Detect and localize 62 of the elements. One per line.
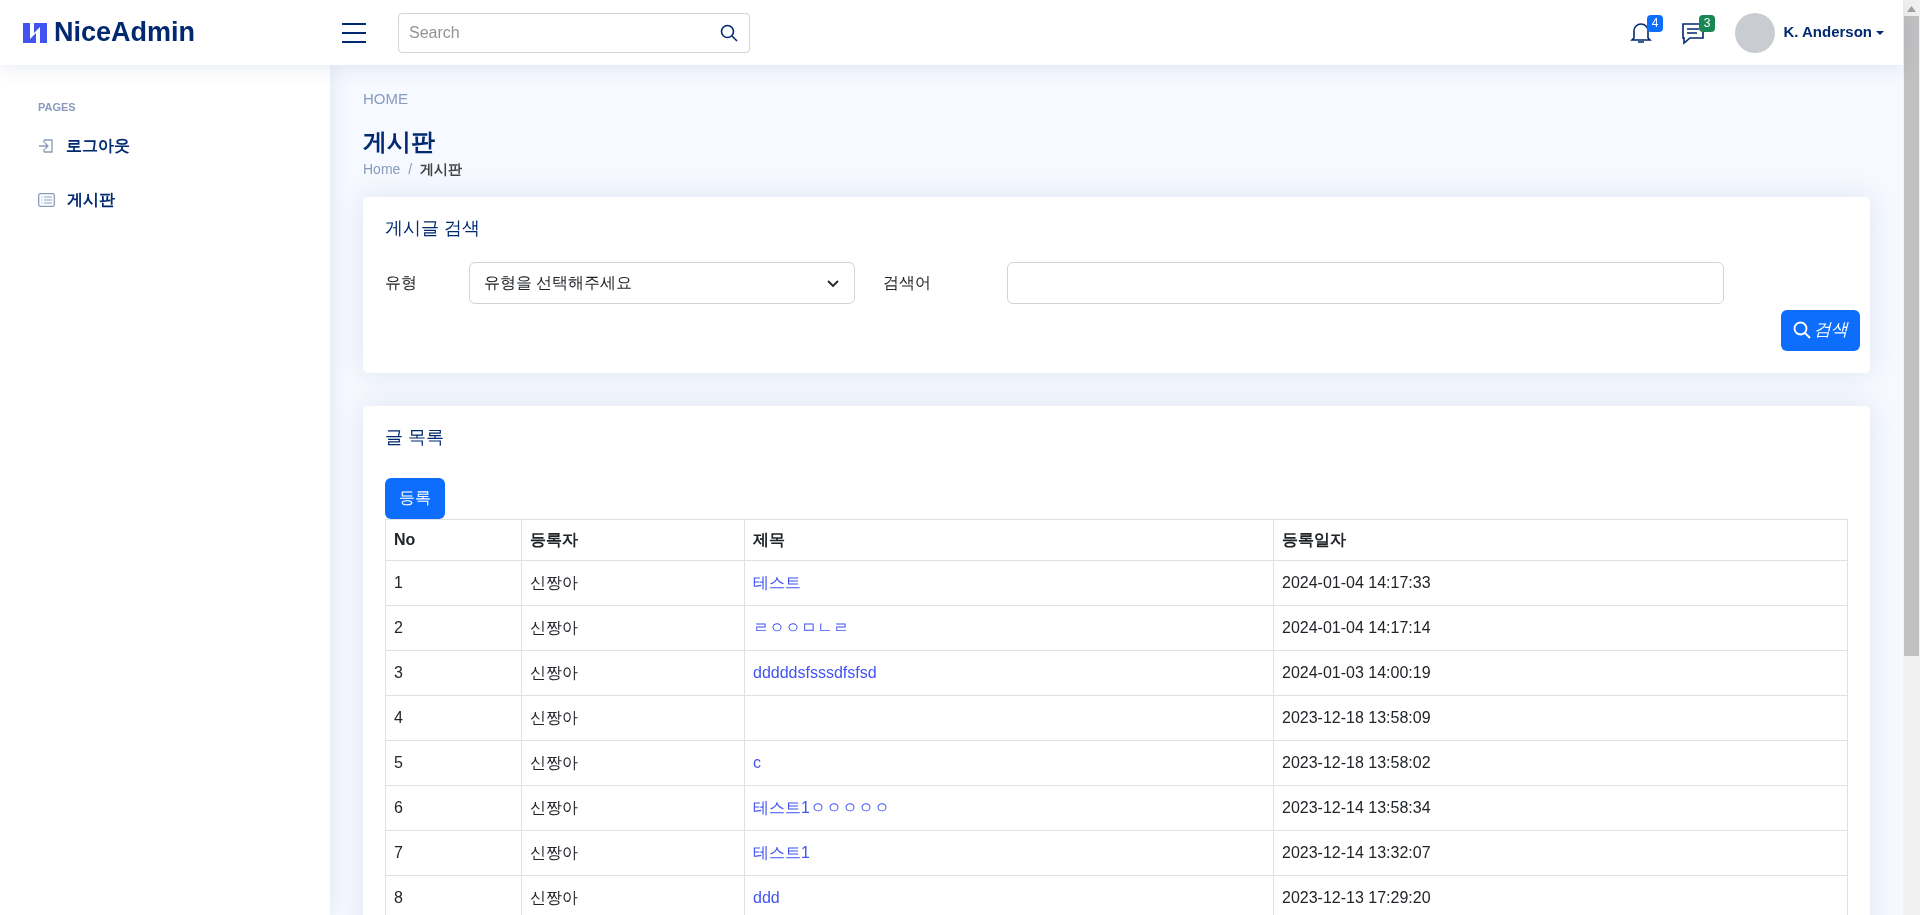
row-number: 5 — [385, 740, 522, 785]
notification-badge: 4 — [1646, 14, 1664, 32]
row-number: 1 — [385, 560, 522, 605]
breadcrumb-current: 게시판 — [420, 159, 463, 179]
page-label: HOME — [363, 89, 409, 109]
register-button[interactable]: 등록 — [385, 477, 445, 519]
date-cell: 2024-01-04 14:17:14 — [1273, 605, 1848, 650]
login-icon — [38, 137, 54, 154]
menu-icon[interactable] — [340, 21, 368, 44]
search-field[interactable]: Search — [398, 12, 750, 53]
author-cell: 신짱아 — [521, 830, 745, 875]
sidebar-heading: PAGES — [38, 100, 77, 115]
column-header: 등록일자 — [1273, 519, 1848, 560]
title-link[interactable]: dddddsfsssdfsfsd — [753, 663, 877, 681]
author-cell: 신짱아 — [521, 605, 745, 650]
title-link[interactable]: c — [753, 753, 761, 771]
type-label: 유형 — [385, 272, 418, 293]
author-cell: 신짱아 — [521, 785, 745, 830]
type-select[interactable]: 유형을 선택해주세요 — [469, 261, 855, 304]
title-link[interactable]: ㄹㅇㅇㅁㄴㄹ — [753, 618, 849, 636]
author-cell: 신짱아 — [521, 560, 745, 605]
chat-icon[interactable] — [1681, 20, 1706, 45]
row-number: 3 — [385, 650, 522, 695]
search-icon — [1793, 321, 1811, 339]
scrollbar-thumb[interactable] — [1904, 16, 1919, 656]
author-cell: 신짱아 — [521, 695, 745, 740]
column-header: No — [385, 519, 522, 560]
column-header: 등록자 — [521, 519, 745, 560]
date-cell: 2024-01-03 14:00:19 — [1273, 650, 1848, 695]
search-button[interactable]: 검색 — [1781, 309, 1860, 351]
title-link[interactable]: 테스트1ㅇㅇㅇㅇㅇ — [753, 798, 890, 816]
title-link[interactable]: 테스트1 — [753, 843, 810, 861]
page-title: 게시판 — [363, 126, 436, 157]
row-number: 7 — [385, 830, 522, 875]
author-cell: 신짱아 — [521, 650, 745, 695]
card-title: 글 목록 — [385, 425, 445, 449]
search-icon[interactable] — [720, 23, 738, 42]
column-header: 제목 — [744, 519, 1274, 560]
breadcrumb-separator: / — [408, 159, 413, 179]
date-cell: 2023-12-14 13:32:07 — [1273, 830, 1848, 875]
date-cell: 2023-12-18 13:58:02 — [1273, 740, 1848, 785]
logo-text[interactable]: NiceAdmin — [54, 12, 196, 53]
scrollbar[interactable] — [1903, 0, 1920, 915]
sidebar-item[interactable]: 로그아웃 — [38, 123, 330, 168]
author-cell: 신짱아 — [521, 740, 745, 785]
bell-icon[interactable] — [1630, 20, 1653, 45]
title-link[interactable]: ddd — [753, 888, 780, 906]
date-cell: 2023-12-18 13:58:09 — [1273, 695, 1848, 740]
card-title: 게시글 검색 — [385, 216, 481, 240]
row-number: 6 — [385, 785, 522, 830]
date-cell: 2024-01-04 14:17:33 — [1273, 560, 1848, 605]
message-badge: 3 — [1698, 14, 1716, 32]
user-name[interactable]: K. Anderson — [1783, 21, 1872, 44]
sidebar-item[interactable]: 게시판 — [38, 177, 330, 222]
title-link[interactable]: 테스트 — [753, 573, 801, 591]
row-number: 4 — [385, 695, 522, 740]
row-number: 2 — [385, 605, 522, 650]
keyword-label: 검색어 — [883, 272, 932, 293]
list-icon — [38, 192, 55, 207]
keyword-field[interactable] — [1007, 261, 1724, 304]
date-cell: 2023-12-14 13:58:34 — [1273, 785, 1848, 830]
row-number: 8 — [385, 875, 522, 915]
